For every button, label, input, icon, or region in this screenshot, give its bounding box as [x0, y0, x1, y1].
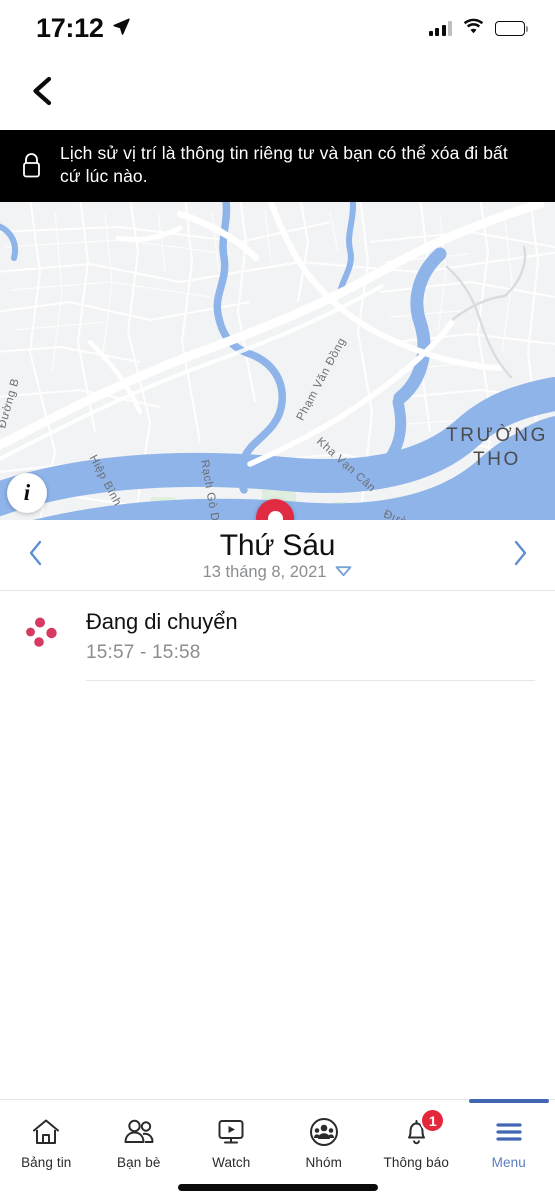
activity-title: Đang di chuyển: [86, 609, 238, 635]
wifi-icon: [463, 18, 484, 39]
friends-icon: [122, 1117, 156, 1147]
cellular-signal-icon: [428, 20, 452, 36]
map-canvas: [0, 202, 555, 521]
location-map[interactable]: Đường B Hiệp Bình Phạm Văn Đồng Đường số…: [0, 202, 555, 521]
privacy-banner-text: Lịch sử vị trí là thông tin riêng tư và …: [60, 143, 508, 187]
tab-ban-be[interactable]: Bạn bè: [93, 1100, 186, 1182]
bottom-tab-bar: Bảng tin Bạn bè Watch Nhóm 1 Thông báo M…: [0, 1099, 555, 1200]
tab-label: Watch: [212, 1155, 251, 1170]
previous-day-button[interactable]: [4, 520, 66, 591]
tab-label: Thông báo: [383, 1155, 449, 1170]
activity-list: Đang di chuyển 15:57 - 15:58: [0, 591, 555, 682]
tab-label: Bạn bè: [117, 1155, 161, 1170]
date-selector: Thứ Sáu 13 tháng 8, 2021: [0, 520, 555, 592]
location-arrow-icon: [112, 17, 130, 40]
tab-label: Menu: [491, 1155, 526, 1170]
lock-icon: [18, 152, 44, 179]
caret-down-icon[interactable]: [335, 564, 352, 582]
map-info-button[interactable]: i: [7, 473, 47, 514]
tab-label: Nhóm: [305, 1155, 342, 1170]
list-item[interactable]: Đang di chuyển 15:57 - 15:58: [0, 591, 555, 682]
date-subline: 13 tháng 8, 2021: [203, 563, 353, 582]
hamburger-menu-icon: [494, 1117, 524, 1147]
tab-thong-bao[interactable]: 1 Thông báo: [370, 1100, 463, 1182]
tab-label: Bảng tin: [21, 1155, 72, 1170]
status-bar-clock: 17:12: [36, 12, 104, 43]
navigation-bar: [0, 56, 555, 130]
tab-menu[interactable]: Menu: [463, 1099, 555, 1182]
activity-time-range: 15:57 - 15:58: [86, 642, 201, 664]
tab-bang-tin[interactable]: Bảng tin: [0, 1100, 93, 1182]
notifications-bell-icon: 1: [401, 1108, 446, 1147]
date-display[interactable]: Thứ Sáu 13 tháng 8, 2021: [203, 530, 353, 583]
moving-dots-icon: [22, 609, 66, 681]
groups-icon: [309, 1117, 339, 1147]
privacy-banner: Lịch sử vị trí là thông tin riêng tư và …: [0, 130, 555, 203]
tab-nhom[interactable]: Nhóm: [278, 1100, 371, 1182]
active-tab-indicator: [468, 1099, 549, 1103]
back-button[interactable]: [18, 70, 64, 116]
home-indicator: [177, 1184, 378, 1191]
activity-details: Đang di chuyển 15:57 - 15:58: [86, 609, 535, 682]
notification-badge: 1: [420, 1108, 446, 1133]
next-day-button[interactable]: [489, 520, 551, 591]
chevron-left-icon: [27, 539, 44, 572]
chevron-right-icon: [512, 539, 529, 572]
home-icon: [31, 1117, 61, 1147]
battery-icon: [495, 20, 528, 36]
date-full-text: 13 tháng 8, 2021: [202, 563, 327, 582]
status-bar-right: [428, 18, 528, 39]
date-day-name: Thứ Sáu: [219, 528, 336, 562]
chevron-left-icon: [28, 76, 54, 111]
status-bar: 17:12: [0, 0, 555, 56]
tab-watch[interactable]: Watch: [185, 1100, 278, 1182]
status-bar-left: 17:12: [36, 13, 130, 44]
watch-play-icon: [216, 1117, 246, 1147]
